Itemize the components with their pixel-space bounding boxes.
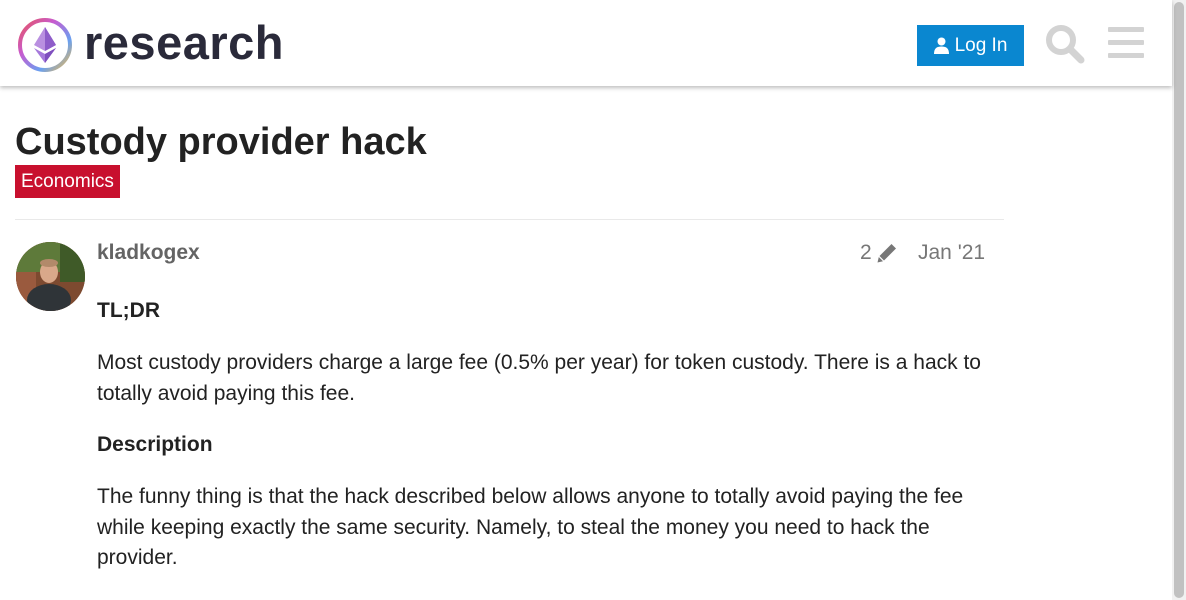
- avatar-image: [16, 242, 85, 311]
- logo-icon: [18, 18, 72, 72]
- site-header: research Log In: [0, 0, 1172, 86]
- avatar[interactable]: [16, 242, 85, 311]
- scrollbar-thumb[interactable]: [1174, 2, 1184, 598]
- topic-divider: [15, 219, 1004, 220]
- post-heading-description: Description: [97, 433, 213, 456]
- page-scrollbar[interactable]: [1172, 0, 1186, 600]
- search-icon[interactable]: [1045, 24, 1085, 64]
- edit-history-button[interactable]: 2: [860, 240, 898, 266]
- post-body: TL;DR Most custody providers charge a la…: [97, 296, 997, 595]
- login-label: Log In: [954, 34, 1008, 56]
- site-name[interactable]: research: [84, 14, 284, 72]
- post-date[interactable]: Jan '21: [918, 240, 985, 266]
- hamburger-icon[interactable]: [1108, 26, 1144, 60]
- post-heading-tldr: TL;DR: [97, 299, 160, 322]
- pencil-icon: [877, 244, 896, 263]
- category-badge[interactable]: Economics: [15, 165, 120, 198]
- post-username[interactable]: kladkogex: [97, 240, 200, 266]
- edit-count: 2: [860, 241, 872, 264]
- login-button[interactable]: Log In: [917, 25, 1024, 66]
- post-paragraph: The funny thing is that the hack describ…: [97, 485, 964, 569]
- user-icon: [933, 37, 949, 54]
- post-paragraph: Most custody providers charge a large fe…: [97, 351, 981, 405]
- topic-title[interactable]: Custody provider hack: [15, 118, 427, 166]
